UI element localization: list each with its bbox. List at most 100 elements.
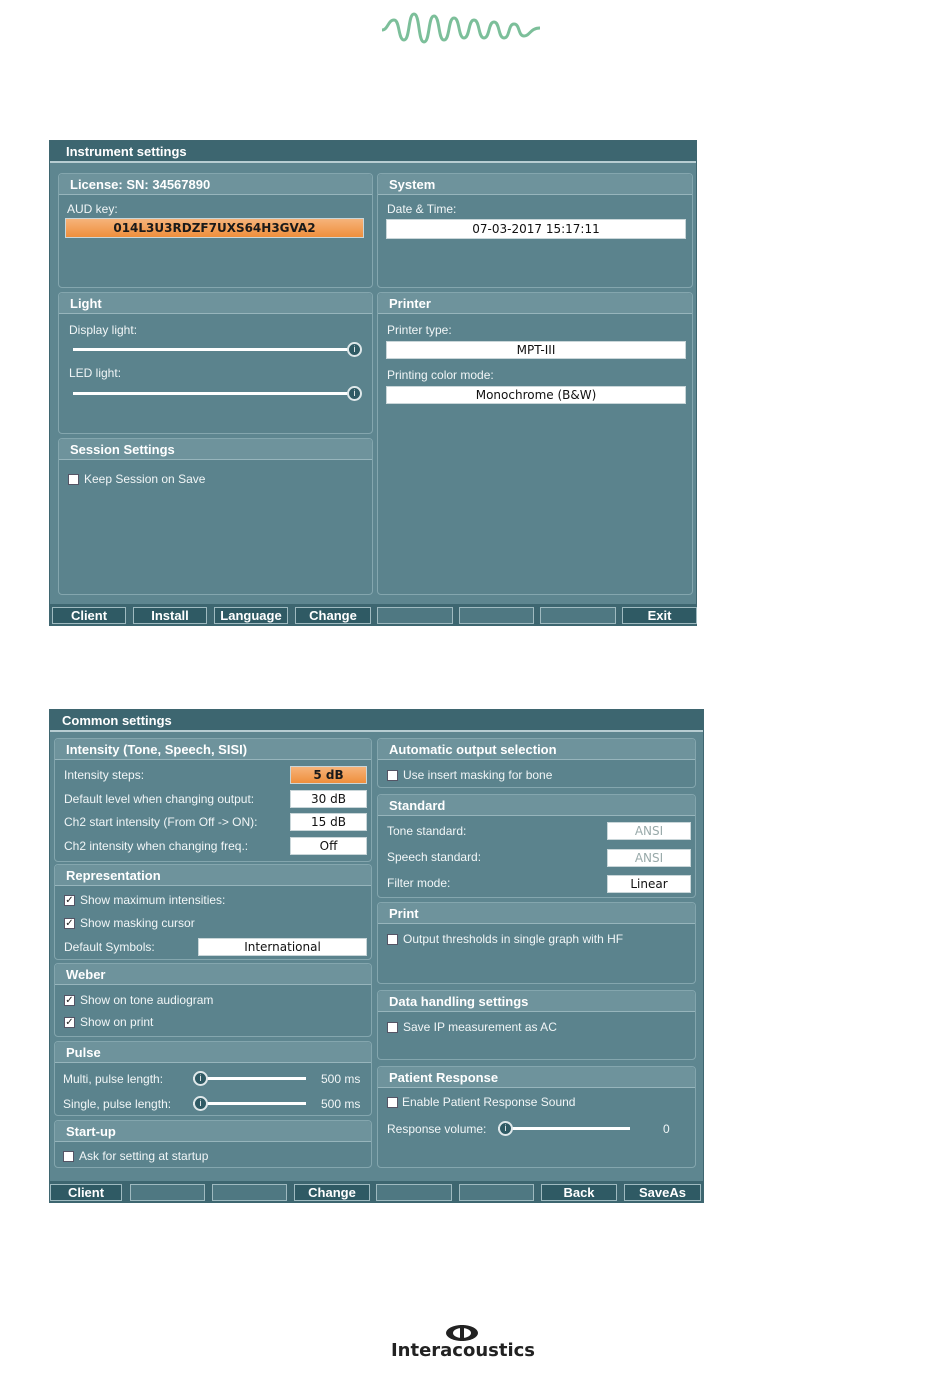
client-button-2[interactable]: Client	[50, 1184, 122, 1201]
printer-type-label: Printer type:	[387, 323, 452, 337]
weber-print-checkbox[interactable]: ✓	[64, 1017, 75, 1028]
datetime-label: Date & Time:	[387, 202, 457, 216]
print-header: Print	[378, 903, 695, 924]
pulse-panel: Pulse Multi, pulse length: i 500 ms Sing…	[54, 1041, 372, 1116]
instrument-settings-title: Instrument settings	[50, 141, 696, 163]
multi-pulse-track	[193, 1077, 306, 1080]
led-light-slider[interactable]: i	[73, 386, 365, 401]
filter-mode-field[interactable]: Linear	[607, 875, 691, 893]
light-header: Light	[59, 293, 372, 314]
empty-button-2[interactable]	[459, 607, 534, 624]
intensity-steps-field[interactable]: 5 dB	[290, 766, 367, 784]
weber-tone-label: Show on tone audiogram	[80, 993, 214, 1007]
single-pulse-slider[interactable]: i	[193, 1096, 309, 1111]
printing-color-field[interactable]: Monochrome (B&W)	[386, 386, 686, 404]
printer-header: Printer	[378, 293, 692, 314]
startup-header: Start-up	[55, 1121, 371, 1142]
single-pulse-knob-icon[interactable]: i	[193, 1096, 208, 1111]
empty-button-5[interactable]	[212, 1184, 287, 1201]
empty-button-4[interactable]	[130, 1184, 205, 1201]
printer-type-field[interactable]: MPT-III	[386, 341, 686, 359]
response-volume-knob-icon[interactable]: i	[498, 1121, 513, 1136]
show-max-checkbox[interactable]: ✓	[64, 895, 75, 906]
display-light-knob-icon[interactable]: i	[347, 342, 362, 357]
change-button-2[interactable]: Change	[294, 1184, 370, 1201]
license-panel: License: SN: 34567890 AUD key: 014L3U3RD…	[58, 173, 373, 288]
default-symbols-field[interactable]: International	[198, 938, 367, 956]
show-max-label: Show maximum intensities:	[80, 893, 226, 907]
weber-tone-checkbox[interactable]: ✓	[64, 995, 75, 1006]
multi-pulse-slider[interactable]: i	[193, 1071, 309, 1086]
datetime-field[interactable]: 07-03-2017 15:17:11	[386, 219, 686, 239]
auto-output-panel: Automatic output selection Use insert ma…	[377, 738, 696, 788]
led-light-knob-icon[interactable]: i	[347, 386, 362, 401]
print-hf-checkbox[interactable]	[387, 934, 398, 945]
ch2-freq-field[interactable]: Off	[290, 837, 367, 855]
empty-button-3[interactable]	[540, 607, 616, 624]
ch2-start-label: Ch2 start intensity (From Off -> ON):	[64, 815, 258, 829]
patient-response-panel: Patient Response Enable Patient Response…	[377, 1066, 696, 1168]
change-button[interactable]: Change	[295, 607, 371, 624]
ask-startup-checkbox[interactable]	[63, 1151, 74, 1162]
printer-panel: Printer Printer type: MPT-III Printing c…	[377, 292, 693, 595]
response-volume-slider[interactable]: i	[498, 1121, 632, 1136]
ch2-start-field[interactable]: 15 dB	[290, 813, 367, 831]
representation-header: Representation	[55, 865, 371, 886]
multi-pulse-label: Multi, pulse length:	[63, 1072, 164, 1086]
patient-sound-checkbox[interactable]	[387, 1097, 398, 1108]
default-level-label: Default level when changing output:	[64, 792, 255, 806]
filter-mode-label: Filter mode:	[387, 876, 451, 890]
printing-color-label: Printing color mode:	[387, 368, 494, 382]
saveas-button[interactable]: SaveAs	[624, 1184, 701, 1201]
empty-button-6[interactable]	[376, 1184, 452, 1201]
show-masking-checkbox[interactable]: ✓	[64, 918, 75, 929]
empty-button-7[interactable]	[459, 1184, 534, 1201]
default-level-field[interactable]: 30 dB	[290, 790, 367, 808]
instrument-button-bar: Client Install Language Change Exit	[50, 604, 697, 626]
standard-panel: Standard Tone standard: ANSI Speech stan…	[377, 794, 696, 898]
intensity-header: Intensity (Tone, Speech, SISI)	[55, 739, 371, 760]
patient-sound-label: Enable Patient Response Sound	[402, 1095, 576, 1109]
exit-button[interactable]: Exit	[622, 607, 697, 624]
keep-session-checkbox[interactable]	[68, 474, 79, 485]
auto-output-header: Automatic output selection	[378, 739, 695, 760]
tone-standard-label: Tone standard:	[387, 824, 467, 838]
empty-button-1[interactable]	[377, 607, 453, 624]
language-button[interactable]: Language	[214, 607, 288, 624]
patient-response-header: Patient Response	[378, 1067, 695, 1088]
weber-print-label: Show on print	[80, 1015, 154, 1029]
speech-standard-field[interactable]: ANSI	[607, 849, 691, 867]
insert-masking-checkbox[interactable]	[387, 770, 398, 781]
session-header: Session Settings	[59, 439, 372, 460]
save-ip-checkbox[interactable]	[387, 1022, 398, 1033]
multi-pulse-knob-icon[interactable]: i	[193, 1071, 208, 1086]
weber-panel: Weber ✓ Show on tone audiogram ✓ Show on…	[54, 963, 372, 1037]
back-button[interactable]: Back	[541, 1184, 617, 1201]
single-pulse-value: 500 ms	[321, 1097, 361, 1111]
system-header: System	[378, 174, 692, 195]
tone-standard-field[interactable]: ANSI	[607, 822, 691, 840]
default-symbols-label: Default Symbols:	[64, 940, 155, 954]
representation-panel: Representation ✓ Show maximum intensitie…	[54, 864, 372, 960]
response-volume-track	[498, 1127, 630, 1130]
session-panel: Session Settings Keep Session on Save	[58, 438, 373, 595]
aud-key-field[interactable]: 014L3U3RDZF7UXS64H3GVA2	[65, 218, 364, 238]
aud-key-label: AUD key:	[67, 202, 118, 216]
print-hf-label: Output thresholds in single graph with H…	[403, 932, 624, 946]
display-light-slider[interactable]: i	[73, 342, 365, 357]
weber-header: Weber	[55, 964, 371, 985]
data-handling-header: Data handling settings	[378, 991, 695, 1012]
standard-header: Standard	[378, 795, 695, 816]
intensity-steps-label: Intensity steps:	[64, 768, 145, 782]
light-panel: Light Display light: i LED light: i	[58, 292, 373, 434]
instrument-settings-window: Instrument settings License: SN: 3456789…	[49, 140, 697, 626]
common-settings-title: Common settings	[50, 710, 703, 732]
display-light-label: Display light:	[69, 323, 138, 337]
multi-pulse-value: 500 ms	[321, 1072, 361, 1086]
speech-standard-label: Speech standard:	[387, 850, 482, 864]
install-button[interactable]: Install	[133, 607, 207, 624]
client-button[interactable]: Client	[52, 607, 126, 624]
common-settings-window: Common settings Intensity (Tone, Speech,…	[49, 709, 704, 1203]
save-ip-label: Save IP measurement as AC	[403, 1020, 557, 1034]
startup-panel: Start-up Ask for setting at startup	[54, 1120, 372, 1168]
